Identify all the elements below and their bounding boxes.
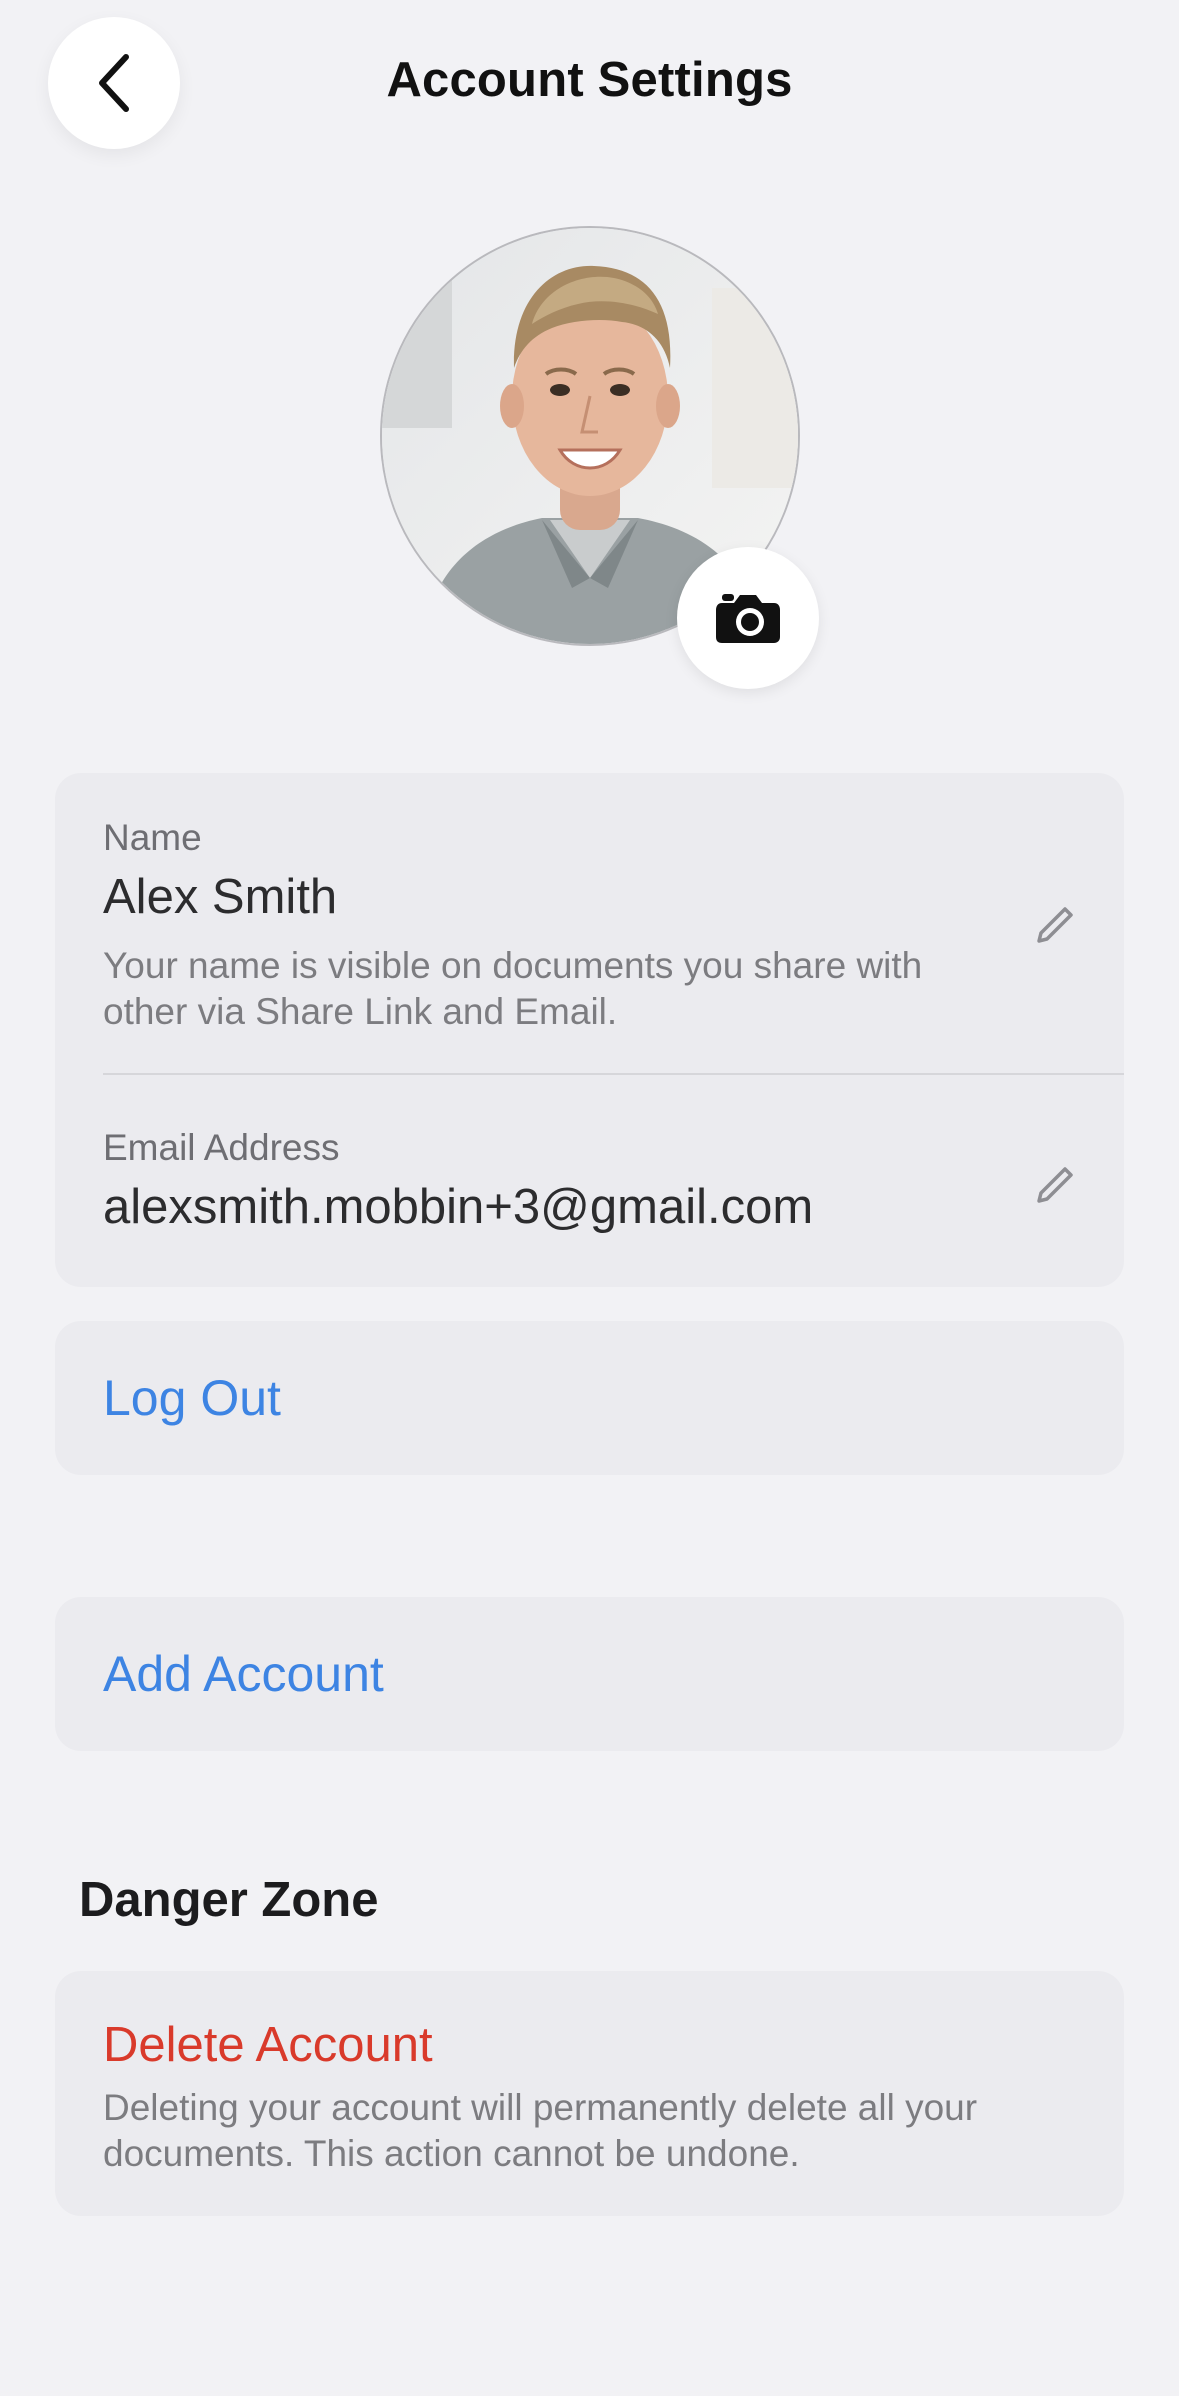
delete-account-help-text: Deleting your account will permanently d…	[103, 2087, 978, 2174]
account-info-card: Name Alex Smith Your name is visible on …	[55, 773, 1124, 1287]
add-account-label: Add Account	[103, 1646, 384, 1702]
change-photo-button[interactable]	[677, 547, 819, 689]
edit-email-pencil-icon[interactable]	[1033, 1163, 1077, 1207]
profile-photo-section	[380, 226, 819, 689]
email-value: alexsmith.mobbin+3@gmail.com	[103, 1180, 814, 1234]
add-account-button[interactable]: Add Account	[55, 1597, 1124, 1751]
danger-zone-title: Danger Zone	[79, 1873, 379, 1927]
log-out-label: Log Out	[103, 1370, 281, 1426]
field-divider	[103, 1073, 1124, 1075]
page-title: Account Settings	[386, 53, 793, 107]
name-value: Alex Smith	[103, 870, 338, 924]
delete-account-button[interactable]: Delete Account Deleting your account wil…	[55, 1971, 1124, 2216]
header: Account Settings	[0, 0, 1179, 170]
log-out-button[interactable]: Log Out	[55, 1321, 1124, 1475]
email-label: Email Address	[103, 1127, 340, 1168]
name-help-text: Your name is visible on documents you sh…	[103, 945, 923, 1032]
delete-account-label: Delete Account	[103, 2018, 433, 2072]
name-label: Name	[103, 817, 202, 858]
edit-name-pencil-icon[interactable]	[1033, 903, 1077, 947]
camera-icon	[716, 594, 780, 643]
